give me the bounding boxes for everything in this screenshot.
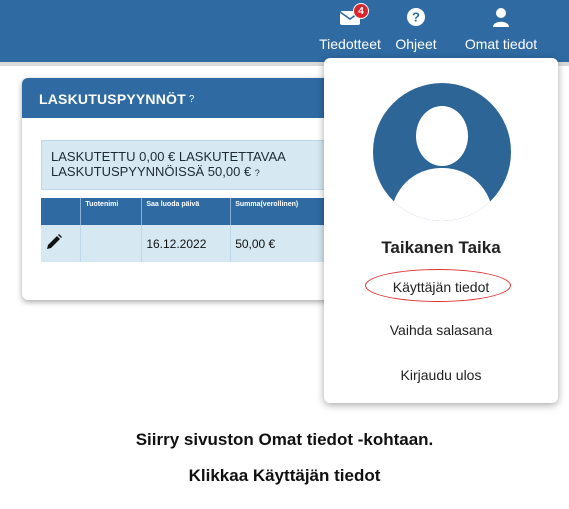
user-icon <box>493 8 509 27</box>
instruction-line-1: Siirry sivuston Omat tiedot -kohtaan. <box>135 430 434 449</box>
product-cell <box>80 225 143 262</box>
nav-profile[interactable]: Omat tiedot <box>458 6 544 52</box>
avatar-body <box>391 168 493 221</box>
notices-label: Tiedotteet <box>319 36 381 52</box>
user-info-link[interactable]: Käyttäjän tiedot <box>324 279 558 295</box>
nav-notices[interactable]: 4 Tiedotteet <box>318 3 382 52</box>
avatar <box>373 83 511 221</box>
date-cell: 16.12.2022 <box>141 225 232 262</box>
pencil-icon[interactable] <box>45 233 63 251</box>
profile-dropdown: Taikanen Taika Käyttäjän tiedot Vaihda s… <box>324 58 558 403</box>
nav-help[interactable]: ? Ohjeet <box>392 6 440 52</box>
help-label: Ohjeet <box>395 36 437 52</box>
change-password-link[interactable]: Vaihda salasana <box>324 322 558 338</box>
card-header: LASKUTUSPYYNNÖT? <box>22 78 352 118</box>
col-header-product: Tuotenimi <box>80 198 143 225</box>
card-help-icon[interactable]: ? <box>189 94 195 105</box>
avatar-head <box>416 106 468 166</box>
edit-cell[interactable] <box>41 225 82 262</box>
billing-summary-text: LASKUTETTU 0,00 € LASKUTETTAVAA LASKUTUS… <box>51 149 286 179</box>
instruction-line-2: Klikkaa Käyttäjän tiedot <box>188 466 381 485</box>
billing-table: Tuotenimi Saa luoda päivä Summa(verollin… <box>41 198 341 262</box>
card-title: LASKUTUSPYYNNÖT <box>39 91 186 107</box>
logout-link[interactable]: Kirjaudu ulos <box>324 367 558 383</box>
col-header-date: Saa luoda päivä <box>141 198 232 225</box>
question-circle-icon: ? <box>407 8 425 26</box>
billing-requests-card: LASKUTUSPYYNNÖT? LASKUTETTU 0,00 € LASKU… <box>22 78 352 300</box>
profile-label: Omat tiedot <box>464 36 538 52</box>
table-row: 16.12.2022 50,00 € <box>41 225 341 262</box>
summary-help-icon[interactable]: ? <box>255 168 260 178</box>
notices-badge: 4 <box>353 3 369 19</box>
col-header-edit <box>41 198 82 225</box>
user-name: Taikanen Taika <box>381 238 501 257</box>
svg-text:?: ? <box>412 10 420 25</box>
billing-summary: LASKUTETTU 0,00 € LASKUTETTAVAA LASKUTUS… <box>41 140 341 190</box>
